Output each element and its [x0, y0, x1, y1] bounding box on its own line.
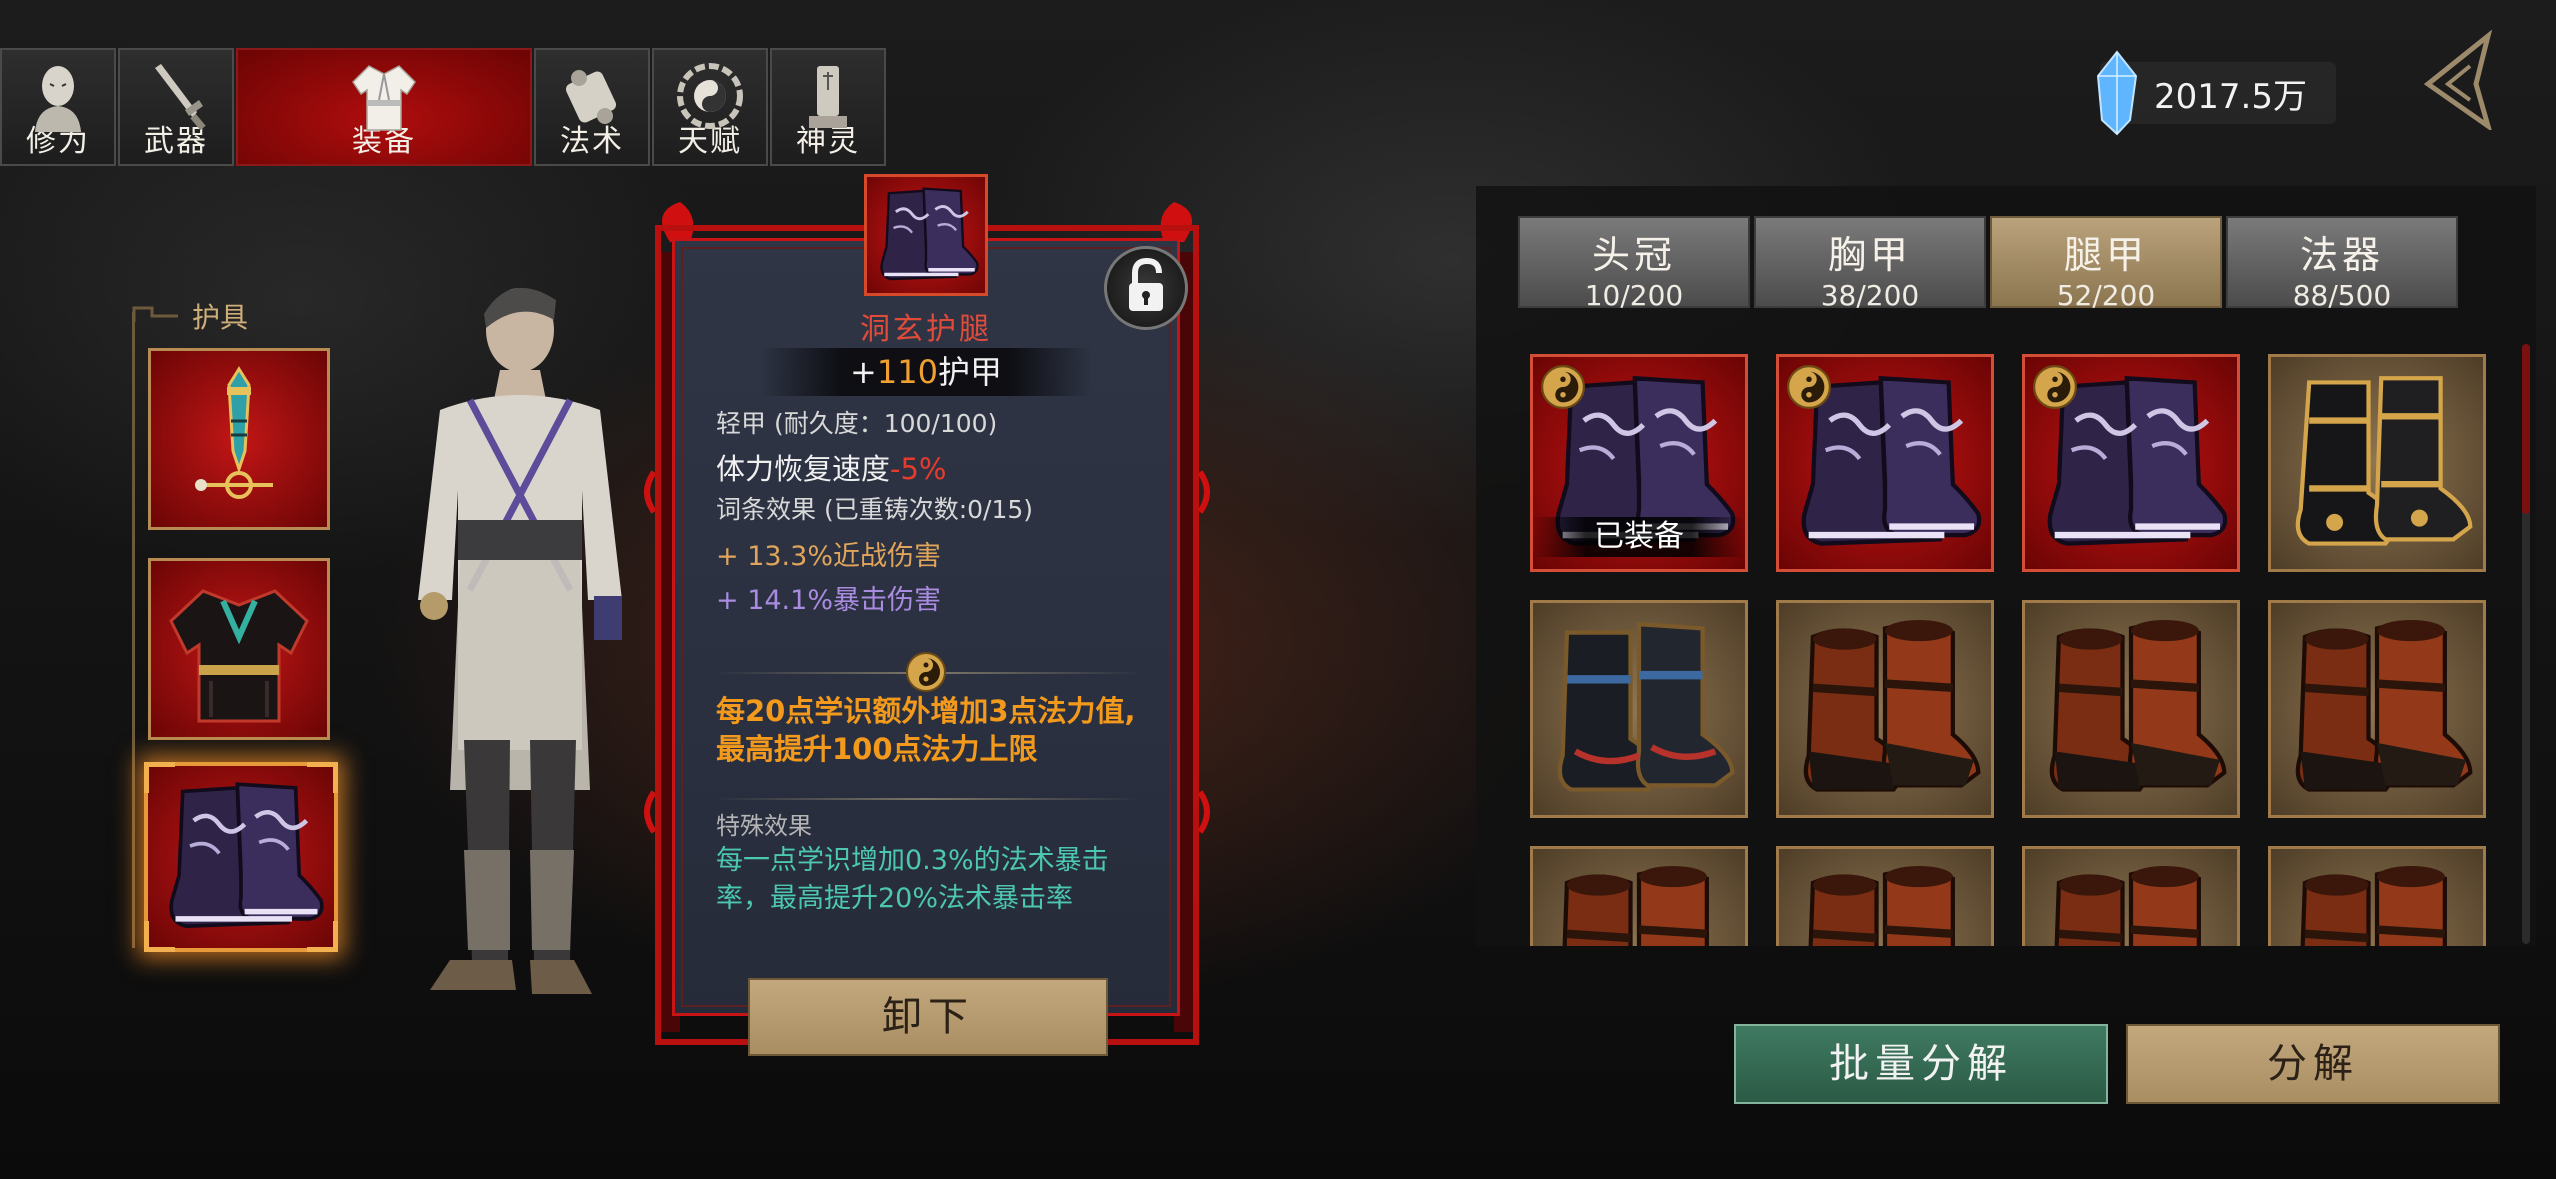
- armor-stat: +110护甲: [760, 348, 1092, 396]
- crystal-icon: [2096, 50, 2138, 136]
- scroll-icon: [565, 70, 617, 124]
- item-name: 洞玄护腿: [860, 312, 992, 347]
- leather-boots-icon: [1533, 849, 1745, 946]
- tab-cultivation[interactable]: 修为: [0, 48, 116, 166]
- inventory-item[interactable]: [2268, 846, 2486, 946]
- inventory-grid: 已装备: [1520, 350, 2500, 946]
- leather-boots-icon: [2271, 603, 2483, 815]
- tab-spell[interactable]: 法术: [534, 48, 650, 166]
- inventory-item[interactable]: [2022, 600, 2240, 818]
- inventory-item[interactable]: [2022, 354, 2240, 572]
- divider: [714, 798, 1142, 800]
- inventory-item[interactable]: [1776, 846, 1994, 946]
- tab-equipment[interactable]: 装备: [236, 48, 532, 166]
- currency-display: 2017.5万: [2096, 50, 2336, 136]
- amulet-slot[interactable]: [148, 348, 330, 530]
- inventory-item[interactable]: [1776, 600, 1994, 818]
- leather-boots-icon: [2025, 849, 2237, 946]
- yinyang-badge-icon: [2033, 365, 2077, 409]
- amulet-icon: [195, 366, 273, 499]
- inventory-item[interactable]: [1530, 846, 1748, 946]
- player-character: [418, 287, 622, 994]
- affix-melee: + 13.3%近战伤害: [716, 541, 941, 572]
- equipped-label: 已装备: [1533, 517, 1745, 557]
- dismantle-button[interactable]: 分解: [2126, 1024, 2500, 1104]
- scrollbar-thumb[interactable]: [2522, 344, 2530, 514]
- black-gold-boots-icon: [2271, 357, 2483, 569]
- robe-armor-icon: [169, 589, 309, 723]
- robe-icon: [352, 65, 416, 131]
- inventory-item[interactable]: [1530, 600, 1748, 818]
- durability-text: 轻甲 (耐久度：100/100): [716, 409, 998, 438]
- sword-icon: [155, 64, 206, 131]
- batch-dismantle-button[interactable]: 批量分解: [1734, 1024, 2108, 1104]
- yinyang-badge-icon: [1787, 365, 1831, 409]
- leather-boots-icon: [1779, 603, 1991, 815]
- inventory-item[interactable]: [2022, 846, 2240, 946]
- currency-amount: 2017.5万: [2154, 76, 2307, 117]
- inventory-item[interactable]: [2268, 600, 2486, 818]
- slots-frame: [132, 312, 141, 948]
- tab-weapon[interactable]: 武器: [118, 48, 234, 166]
- stamina-stat: 体力恢复速度-5%: [716, 452, 947, 486]
- category-tab-chest[interactable]: 胸甲 38/200: [1754, 216, 1986, 312]
- tab-talent[interactable]: 天赋: [652, 48, 768, 166]
- leather-boots-icon: [2271, 849, 2483, 946]
- label-ornament-icon: [132, 306, 178, 322]
- set-bonus-text: 每20点学识额外增加3点法力值,最高提升100点法力上限: [716, 694, 1136, 766]
- category-tab-helmet[interactable]: 头冠 10/200: [1518, 216, 1750, 312]
- inventory-item[interactable]: [1776, 354, 1994, 572]
- chest-slot[interactable]: [148, 558, 330, 740]
- unequip-button[interactable]: 卸下: [748, 978, 1108, 1056]
- yinyang-icon: [906, 652, 946, 692]
- affix-crit: + 14.1%暴击伤害: [716, 585, 941, 616]
- category-tab-artifact[interactable]: 法器 88/500: [2226, 216, 2458, 312]
- purple-boots-icon: [867, 177, 985, 293]
- category-tab-legs[interactable]: 腿甲 52/200: [1990, 216, 2222, 312]
- yinyang-badge-icon: [1541, 365, 1585, 409]
- special-effect-title: 特殊效果: [716, 812, 812, 840]
- item-icon: [864, 174, 988, 296]
- black-blue-boots-icon: [1533, 603, 1745, 815]
- special-effect-text: 每一点学识增加0.3%的法术暴击率，最高提升20%法术暴击率: [716, 845, 1109, 914]
- tab-deity[interactable]: 神灵: [770, 48, 886, 166]
- leather-boots-icon: [2025, 603, 2237, 815]
- leather-boots-icon: [1779, 849, 1991, 946]
- back-arrow-icon[interactable]: [2418, 30, 2498, 130]
- inventory-item[interactable]: 已装备: [1530, 354, 1748, 572]
- inventory-scrollbar[interactable]: [2522, 344, 2530, 944]
- inventory-item[interactable]: [2268, 354, 2486, 572]
- main-tabs: 修为 武器 装备 法术 天赋 神灵: [0, 48, 888, 166]
- affix-title: 词条效果 (已重铸次数:0/15): [716, 495, 1034, 524]
- tablet-icon: [809, 66, 847, 128]
- boots-slot[interactable]: [144, 762, 338, 952]
- monk-head-icon: [35, 66, 81, 132]
- bagua-icon: [677, 63, 743, 129]
- slots-label: 护具: [132, 296, 256, 334]
